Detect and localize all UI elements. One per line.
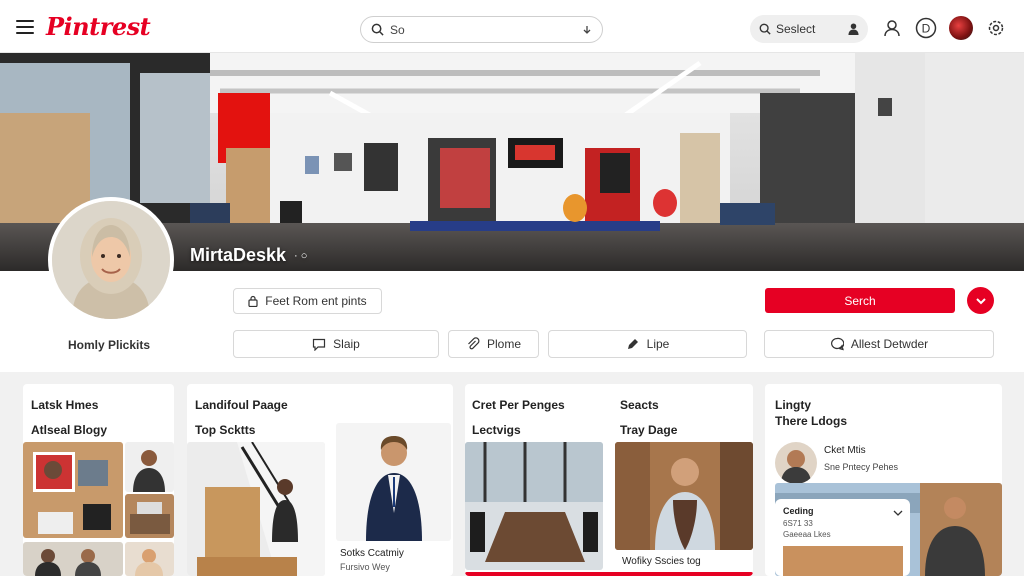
profile-handle: Homly Plickits xyxy=(68,338,151,352)
tab-label: Plome xyxy=(486,337,521,351)
menu-icon[interactable] xyxy=(16,20,34,34)
secondary-search-label: Seslect xyxy=(776,22,816,36)
settings-icon[interactable] xyxy=(984,16,1008,40)
user-avatar[interactable] xyxy=(949,16,973,40)
more-options-button[interactable] xyxy=(967,287,994,314)
pin-caption: Wofiky Sscies tog xyxy=(622,556,701,567)
feed-button-label: Feet Rom ent pints xyxy=(265,294,367,308)
board-subtitle: Atlseal Blogy xyxy=(31,423,108,437)
board-card[interactable]: Lingty There Ldogs Cket Mtis Sne Pntecy … xyxy=(765,384,1002,576)
search-input[interactable]: So xyxy=(360,16,603,43)
board-subtitle: Lectvigs xyxy=(472,423,521,437)
board-title: Latsk Hmes xyxy=(31,398,99,412)
pin-caption-sub: Fursivo Wey xyxy=(340,562,390,572)
board-photo[interactable] xyxy=(187,442,325,576)
pin-caption: Sotks Ccatmiy xyxy=(340,548,404,559)
profile-icon[interactable] xyxy=(880,16,904,40)
feed-button[interactable]: Feet Rom ent pints xyxy=(233,288,382,314)
brand-logo[interactable]: Pintrest xyxy=(46,12,151,41)
tab-label: Slaip xyxy=(333,337,360,351)
search-value: So xyxy=(390,22,405,37)
board-photo[interactable] xyxy=(125,442,174,492)
profile-name-suffix[interactable]: · ○ xyxy=(294,250,307,262)
chevron-down-icon xyxy=(975,297,986,304)
pin-author-name: Cket Mtis xyxy=(824,445,866,456)
top-bar: Pintrest So Seslect D xyxy=(0,0,1024,53)
board-title: Lingty xyxy=(775,398,811,412)
profile-avatar[interactable] xyxy=(48,197,174,323)
board-photo[interactable] xyxy=(125,542,174,576)
lock-icon xyxy=(248,295,258,307)
comment-icon xyxy=(830,337,844,351)
board-card[interactable]: Latsk Hmes Atlseal Blogy xyxy=(23,384,174,576)
secondary-search[interactable]: Seslect xyxy=(750,15,868,43)
board-photo[interactable] xyxy=(615,442,753,550)
pin-author-sub: Sne Pntecy Pehes xyxy=(824,462,899,472)
board-title: Cret Per Penges xyxy=(472,398,565,412)
svg-text:D: D xyxy=(922,22,931,36)
chat-icon xyxy=(313,338,326,351)
pin-detail-line: Gaeeaa Lkes xyxy=(783,530,831,539)
tab-label: Allest Detwder xyxy=(850,337,929,351)
pin-detail-line: 6S71 33 xyxy=(783,519,813,528)
profile-name-text: MirtaDeskk xyxy=(190,245,287,265)
pin-detail-card[interactable]: Ceding 6S71 33 Gaeeaa Lkes xyxy=(775,499,910,576)
board-title-secondary: Seacts xyxy=(620,398,659,412)
tab-allest-detwder[interactable]: Allest Detwder xyxy=(764,330,994,358)
search-icon xyxy=(371,23,384,36)
tab-plome[interactable]: Plome xyxy=(448,330,539,358)
board-subtitle-secondary: Tray Dage xyxy=(620,423,678,437)
board-photo[interactable] xyxy=(23,442,123,538)
d-circle-icon[interactable]: D xyxy=(914,16,938,40)
tab-slaip[interactable]: Slaip xyxy=(233,330,439,358)
board-subtitle: There Ldogs xyxy=(775,414,848,428)
primary-action-button[interactable]: Serch xyxy=(765,288,955,313)
board-photo[interactable] xyxy=(23,542,123,576)
search-icon xyxy=(759,23,771,35)
pen-icon xyxy=(627,339,638,349)
board-card[interactable]: Cret Per Penges Lectvigs Seacts Tray Dag… xyxy=(465,384,753,576)
arrow-down-icon[interactable] xyxy=(582,25,592,35)
person-icon xyxy=(848,23,859,35)
board-accent-strip xyxy=(465,572,753,576)
banner-profile-name: MirtaDeskk · ○ xyxy=(190,245,307,266)
board-photo[interactable] xyxy=(465,442,603,570)
tab-label: Lipe xyxy=(646,337,670,351)
pin-avatar[interactable] xyxy=(775,442,817,484)
board-photo[interactable] xyxy=(336,423,451,541)
paperclip-icon xyxy=(468,337,480,350)
board-photo[interactable] xyxy=(125,494,174,538)
pin-detail-title: Ceding xyxy=(783,506,814,516)
board-subtitle: Top Scktts xyxy=(195,423,256,437)
chevron-down-icon[interactable] xyxy=(893,509,903,517)
board-title: Landifoul Paage xyxy=(195,398,288,412)
tab-lipe[interactable]: Lipe xyxy=(548,330,747,358)
pin-detail-image xyxy=(783,546,903,576)
board-card[interactable]: Landifoul Paage Top Scktts Sotks Ccatmiy… xyxy=(187,384,453,576)
